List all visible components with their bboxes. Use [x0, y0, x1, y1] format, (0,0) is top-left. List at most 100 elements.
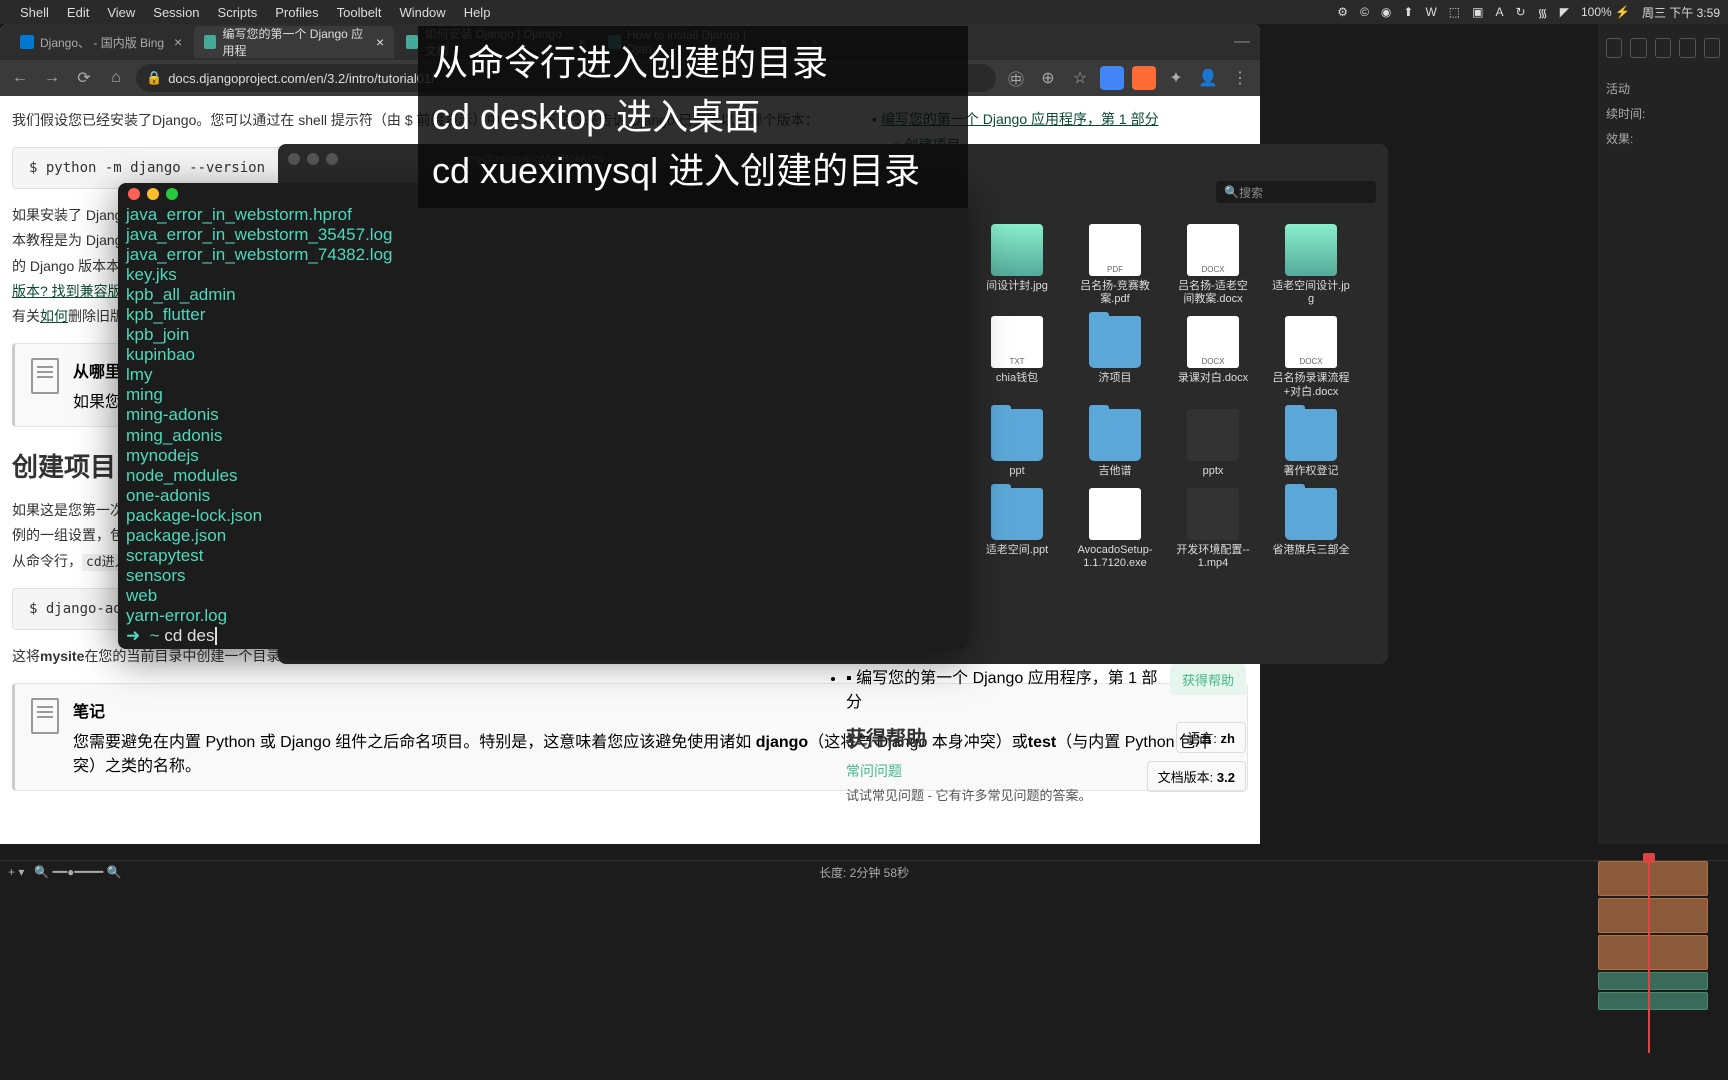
finder-item[interactable]: 著作权登记: [1272, 409, 1350, 478]
close-dot[interactable]: [128, 188, 140, 200]
clock[interactable]: 周三 下午 3:59: [1642, 4, 1720, 21]
finder-item[interactable]: 吕名扬-竞赛教案.pdf: [1076, 224, 1154, 306]
browser-tab[interactable]: Django、 - 国内版 Bing ×: [10, 26, 192, 58]
menu-shell[interactable]: Shell: [20, 5, 49, 20]
home-button[interactable]: ⌂: [104, 66, 128, 90]
finder-item[interactable]: AvocadoSetup-1.1.7120.exe: [1076, 488, 1154, 570]
finder-item[interactable]: ppt: [978, 409, 1056, 478]
menu-toolbelt[interactable]: Toolbelt: [337, 5, 382, 20]
finder-item[interactable]: 济项目: [1076, 316, 1154, 398]
back-button[interactable]: ←: [8, 66, 32, 90]
status-icon[interactable]: ⬚: [1449, 5, 1460, 19]
terminal-output-line: node_modules: [126, 466, 960, 486]
finder-item[interactable]: 适老空间.ppt: [978, 488, 1056, 570]
finder-item[interactable]: 吕名扬-适老空间教案.docx: [1174, 224, 1252, 306]
video-clip[interactable]: [1598, 898, 1708, 933]
extensions-icon[interactable]: ✦: [1164, 66, 1188, 90]
add-button[interactable]: + ▾: [8, 865, 24, 879]
menubar-status-area: ⚙ © ◉ ⬆ W ⬚ ▣ A ↻ ᯾ ◤ 100% ⚡ 周三 下午 3:59: [1337, 4, 1720, 21]
zoom-dot[interactable]: [166, 188, 178, 200]
bookmark-icon[interactable]: ☆: [1068, 66, 1092, 90]
minimize-icon[interactable]: —: [1234, 33, 1250, 51]
menu-session[interactable]: Session: [153, 5, 199, 20]
audio-clip[interactable]: [1598, 992, 1708, 1010]
doc-link[interactable]: 如何: [40, 308, 68, 324]
translate-icon[interactable]: ㊥: [1004, 66, 1028, 90]
menu-view[interactable]: View: [107, 5, 135, 20]
tab-icon[interactable]: [1704, 38, 1720, 58]
get-help-button[interactable]: 获得帮助: [1170, 664, 1246, 695]
status-icon[interactable]: ⚙: [1337, 5, 1348, 19]
tab-label: Django、 - 国内版 Bing: [40, 34, 164, 51]
minimize-dot[interactable]: [147, 188, 159, 200]
finder-item[interactable]: chia钱包: [978, 316, 1056, 398]
finder-search[interactable]: 🔍 搜索: [1216, 181, 1376, 203]
tab-icon[interactable]: [1630, 38, 1646, 58]
finder-item[interactable]: 录课对白.docx: [1174, 316, 1252, 398]
finder-item[interactable]: 适老空间设计.jpg: [1272, 224, 1350, 306]
menu-edit[interactable]: Edit: [67, 5, 89, 20]
file-thumbnail: [1187, 316, 1239, 368]
close-dot[interactable]: [288, 153, 300, 165]
tab-icon[interactable]: [1679, 38, 1695, 58]
extension-icon[interactable]: [1132, 66, 1156, 90]
status-icon[interactable]: ▣: [1472, 5, 1483, 19]
finder-item[interactable]: 开发环境配置--1.mp4: [1174, 488, 1252, 570]
status-icon[interactable]: W: [1425, 5, 1436, 19]
caption-line: cd desktop 进入桌面: [432, 90, 954, 144]
video-clip[interactable]: [1598, 861, 1708, 896]
minimize-dot[interactable]: [307, 153, 319, 165]
menu-scripts[interactable]: Scripts: [218, 5, 258, 20]
terminal-output-line: java_error_in_webstorm_35457.log: [126, 225, 960, 245]
video-clip[interactable]: [1598, 935, 1708, 970]
close-icon[interactable]: ×: [376, 34, 384, 50]
tab-icon[interactable]: [1655, 38, 1671, 58]
language-selector[interactable]: 语言: zh: [1176, 722, 1246, 753]
reload-button[interactable]: ⟳: [72, 66, 96, 90]
browser-tab-active[interactable]: 编写您的第一个 Django 应用程×: [194, 26, 394, 58]
terminal-body[interactable]: java_error_in_webstorm.hprofjava_error_i…: [118, 205, 968, 646]
zoom-dot[interactable]: [326, 153, 338, 165]
zoom-slider[interactable]: 🔍 ━━●━━━━ 🔍: [34, 865, 121, 879]
volume-icon[interactable]: ◤: [1560, 5, 1569, 19]
menu-icon[interactable]: ⋮: [1228, 66, 1252, 90]
status-icon[interactable]: ⬆: [1403, 5, 1413, 19]
tab-icon[interactable]: [1606, 38, 1622, 58]
finder-item[interactable]: 吉他谱: [1076, 409, 1154, 478]
toc-link[interactable]: 编写您的第一个 Django 应用程序，第 1 部分: [846, 670, 1158, 711]
file-label: 济项目: [1099, 372, 1132, 385]
terminal-output-line: one-adonis: [126, 486, 960, 506]
timeline-track[interactable]: [1598, 861, 1718, 1041]
version-selector[interactable]: 文档版本: 3.2: [1147, 761, 1246, 792]
wifi-icon[interactable]: ᯾: [1538, 4, 1548, 21]
status-icon[interactable]: ©: [1360, 5, 1369, 19]
file-thumbnail: [1187, 488, 1239, 540]
note-icon: [31, 358, 59, 394]
finder-item[interactable]: 省港旗兵三部全: [1272, 488, 1350, 570]
close-icon[interactable]: ×: [174, 34, 182, 50]
battery-status[interactable]: 100% ⚡: [1581, 5, 1630, 19]
status-icon[interactable]: ◉: [1381, 5, 1391, 19]
audio-clip[interactable]: [1598, 972, 1708, 990]
zoom-icon[interactable]: ⊕: [1036, 66, 1060, 90]
file-thumbnail: [1089, 488, 1141, 540]
menu-help[interactable]: Help: [464, 5, 491, 20]
terminal-output-line: ming: [126, 385, 960, 405]
status-icon[interactable]: ↻: [1515, 5, 1525, 19]
terminal-output-line: web: [126, 586, 960, 606]
finder-item[interactable]: 间设计封.jpg: [978, 224, 1056, 306]
profile-icon[interactable]: 👤: [1196, 66, 1220, 90]
file-label: 吕名扬-竞赛教案.pdf: [1076, 280, 1154, 306]
finder-item[interactable]: pptx: [1174, 409, 1252, 478]
file-label: 适老空间.ppt: [986, 544, 1048, 557]
playhead[interactable]: [1648, 853, 1650, 1053]
terminal-prompt-line[interactable]: ➜ ~ cd des: [126, 626, 960, 646]
menu-window[interactable]: Window: [399, 5, 445, 20]
extension-icon[interactable]: [1100, 66, 1124, 90]
finder-item[interactable]: 吕名扬录课流程+对白.docx: [1272, 316, 1350, 398]
note-icon: [31, 698, 59, 734]
status-icon[interactable]: A: [1495, 5, 1503, 19]
menu-profiles[interactable]: Profiles: [275, 5, 318, 20]
terminal-output-line: key.jks: [126, 265, 960, 285]
forward-button[interactable]: →: [40, 66, 64, 90]
